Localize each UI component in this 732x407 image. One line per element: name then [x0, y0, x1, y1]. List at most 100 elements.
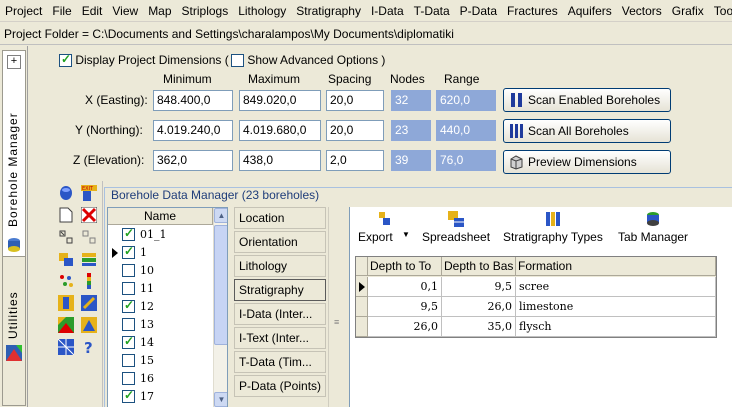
- expand-plus-icon[interactable]: +: [7, 55, 21, 69]
- list-item[interactable]: 01_1: [108, 226, 213, 244]
- tab-t-data-tim[interactable]: T-Data (Tim...: [234, 351, 326, 373]
- menu-map[interactable]: Map: [143, 0, 176, 21]
- cell-formation[interactable]: flysch: [516, 317, 716, 337]
- colorbar-icon[interactable]: [81, 273, 97, 289]
- menu-aquifers[interactable]: Aquifers: [563, 0, 617, 21]
- help-icon[interactable]: ?: [81, 339, 97, 355]
- advanced-options-check[interactable]: [231, 54, 244, 68]
- borehole-name-list[interactable]: Name 01_1 1 10 11 12 13 14 15 16 17 ▲ ▼: [107, 207, 228, 407]
- cell-depth-base[interactable]: 9,5: [442, 277, 516, 297]
- menu-stratigraphy[interactable]: Stratigraphy: [291, 0, 366, 21]
- stratigraphy-types-button[interactable]: Stratigraphy Types: [503, 211, 603, 244]
- new-borehole-icon[interactable]: [58, 185, 74, 201]
- borehole-enable-checkbox[interactable]: [122, 388, 135, 403]
- display-dimensions-check[interactable]: [59, 52, 72, 68]
- cell-depth-base[interactable]: 35,0: [442, 317, 516, 337]
- advanced-options-checkbox[interactable]: Show Advanced Options ): [231, 53, 385, 68]
- list-item[interactable]: 11: [108, 280, 213, 298]
- cell-depth-top[interactable]: 0,1: [368, 277, 442, 297]
- y-maximum-input[interactable]: 4.019.680,0: [239, 120, 321, 141]
- x-minimum-input[interactable]: 848.400,0: [153, 90, 233, 111]
- borehole-enable-checkbox[interactable]: [122, 226, 135, 241]
- menu-fractures[interactable]: Fractures: [502, 0, 563, 21]
- y-spacing-input[interactable]: 20,0: [326, 120, 384, 141]
- tab-i-text-inter[interactable]: I-Text (Inter...: [234, 327, 326, 349]
- list-item[interactable]: 14: [108, 334, 213, 352]
- menu-vectors[interactable]: Vectors: [617, 0, 667, 21]
- tab-location[interactable]: Location: [234, 207, 326, 229]
- borehole-enable-checkbox[interactable]: [122, 282, 135, 295]
- cell-depth-base[interactable]: 26,0: [442, 297, 516, 317]
- borehole-enable-checkbox[interactable]: [122, 372, 135, 385]
- z-minimum-input[interactable]: 362,0: [153, 150, 233, 171]
- list-item[interactable]: 16: [108, 370, 213, 388]
- stack-icon[interactable]: [81, 251, 97, 267]
- menu-edit[interactable]: Edit: [77, 0, 108, 21]
- menu-grafix[interactable]: Grafix: [667, 0, 709, 21]
- display-dimensions-checkbox[interactable]: Display Project Dimensions (: [59, 52, 229, 68]
- section-icon[interactable]: [81, 317, 97, 333]
- menu-view[interactable]: View: [107, 0, 143, 21]
- z-spacing-input[interactable]: 2,0: [326, 150, 384, 171]
- cell-depth-top[interactable]: 26,0: [368, 317, 442, 337]
- menu-p-data[interactable]: P-Data: [455, 0, 502, 21]
- menu-lithology[interactable]: Lithology: [233, 0, 291, 21]
- menu-i-data[interactable]: I-Data: [366, 0, 409, 21]
- export-button[interactable]: Export ▼: [358, 211, 410, 244]
- export-dropdown-arrow-icon[interactable]: ▼: [402, 230, 410, 239]
- row-indicator[interactable]: [356, 277, 368, 297]
- scroll-down-button[interactable]: ▼: [214, 392, 227, 407]
- tab-p-data-points[interactable]: P-Data (Points): [234, 375, 326, 397]
- name-column-header[interactable]: Name: [108, 208, 213, 225]
- menu-file[interactable]: File: [47, 0, 76, 21]
- tab-lithology[interactable]: Lithology: [234, 255, 326, 277]
- select-grid-icon[interactable]: [58, 229, 74, 245]
- y-minimum-input[interactable]: 4.019.240,0: [153, 120, 233, 141]
- delete-icon[interactable]: [81, 207, 97, 223]
- exit-icon[interactable]: EXIT: [81, 185, 97, 201]
- tools-icon[interactable]: [81, 295, 97, 311]
- tab-i-data-inter[interactable]: I-Data (Inter...: [234, 303, 326, 325]
- list-item[interactable]: 12: [108, 298, 213, 316]
- borehole-enable-checkbox[interactable]: [122, 318, 135, 331]
- scatter-icon[interactable]: [58, 273, 74, 289]
- borehole-enable-checkbox[interactable]: [122, 298, 135, 313]
- tab-stratigraphy[interactable]: Stratigraphy: [234, 279, 326, 301]
- col-depth-base-header[interactable]: Depth to Bas: [442, 257, 516, 276]
- x-maximum-input[interactable]: 849.020,0: [239, 90, 321, 111]
- col-formation-header[interactable]: Formation: [516, 257, 716, 276]
- row-indicator[interactable]: [356, 317, 368, 337]
- document-icon[interactable]: [58, 207, 74, 223]
- map-icon[interactable]: [58, 317, 74, 333]
- cell-formation[interactable]: limestone: [516, 297, 716, 317]
- cell-depth-top[interactable]: 9,5: [368, 297, 442, 317]
- list-item[interactable]: 15: [108, 352, 213, 370]
- name-list-scrollbar[interactable]: ▲ ▼: [213, 208, 227, 407]
- list-item[interactable]: 17: [108, 388, 213, 406]
- col-depth-top-header[interactable]: Depth to To: [368, 257, 442, 276]
- fence-grid-icon[interactable]: [58, 339, 74, 355]
- list-item[interactable]: 1: [108, 244, 213, 262]
- menu-project[interactable]: Project: [0, 0, 47, 21]
- tab-orientation[interactable]: Orientation: [234, 231, 326, 253]
- scroll-thumb[interactable]: [214, 225, 227, 345]
- import-icon[interactable]: [58, 251, 74, 267]
- borehole-enable-checkbox[interactable]: [122, 244, 135, 259]
- tab-utilities[interactable]: Utilities: [2, 256, 26, 406]
- tab-borehole-manager[interactable]: + Borehole Manager: [2, 50, 26, 286]
- borehole-enable-checkbox[interactable]: [122, 334, 135, 349]
- menu-tools[interactable]: Tools: [709, 0, 732, 21]
- z-maximum-input[interactable]: 438,0: [239, 150, 321, 171]
- list-item[interactable]: 10: [108, 262, 213, 280]
- menu-t-data[interactable]: T-Data: [409, 0, 455, 21]
- borehole-enable-checkbox[interactable]: [122, 354, 135, 367]
- cell-formation[interactable]: scree: [516, 277, 716, 297]
- blank-grid-icon[interactable]: [81, 229, 97, 245]
- tab-manager-button[interactable]: Tab Manager: [618, 211, 688, 244]
- borehole-enable-checkbox[interactable]: [122, 264, 135, 277]
- borehole-log-icon[interactable]: [58, 295, 74, 311]
- x-spacing-input[interactable]: 20,0: [326, 90, 384, 111]
- tab-panel-splitter[interactable]: ≡: [328, 207, 348, 407]
- scroll-up-button[interactable]: ▲: [214, 208, 227, 223]
- preview-dimensions-button[interactable]: Preview Dimensions: [503, 150, 671, 174]
